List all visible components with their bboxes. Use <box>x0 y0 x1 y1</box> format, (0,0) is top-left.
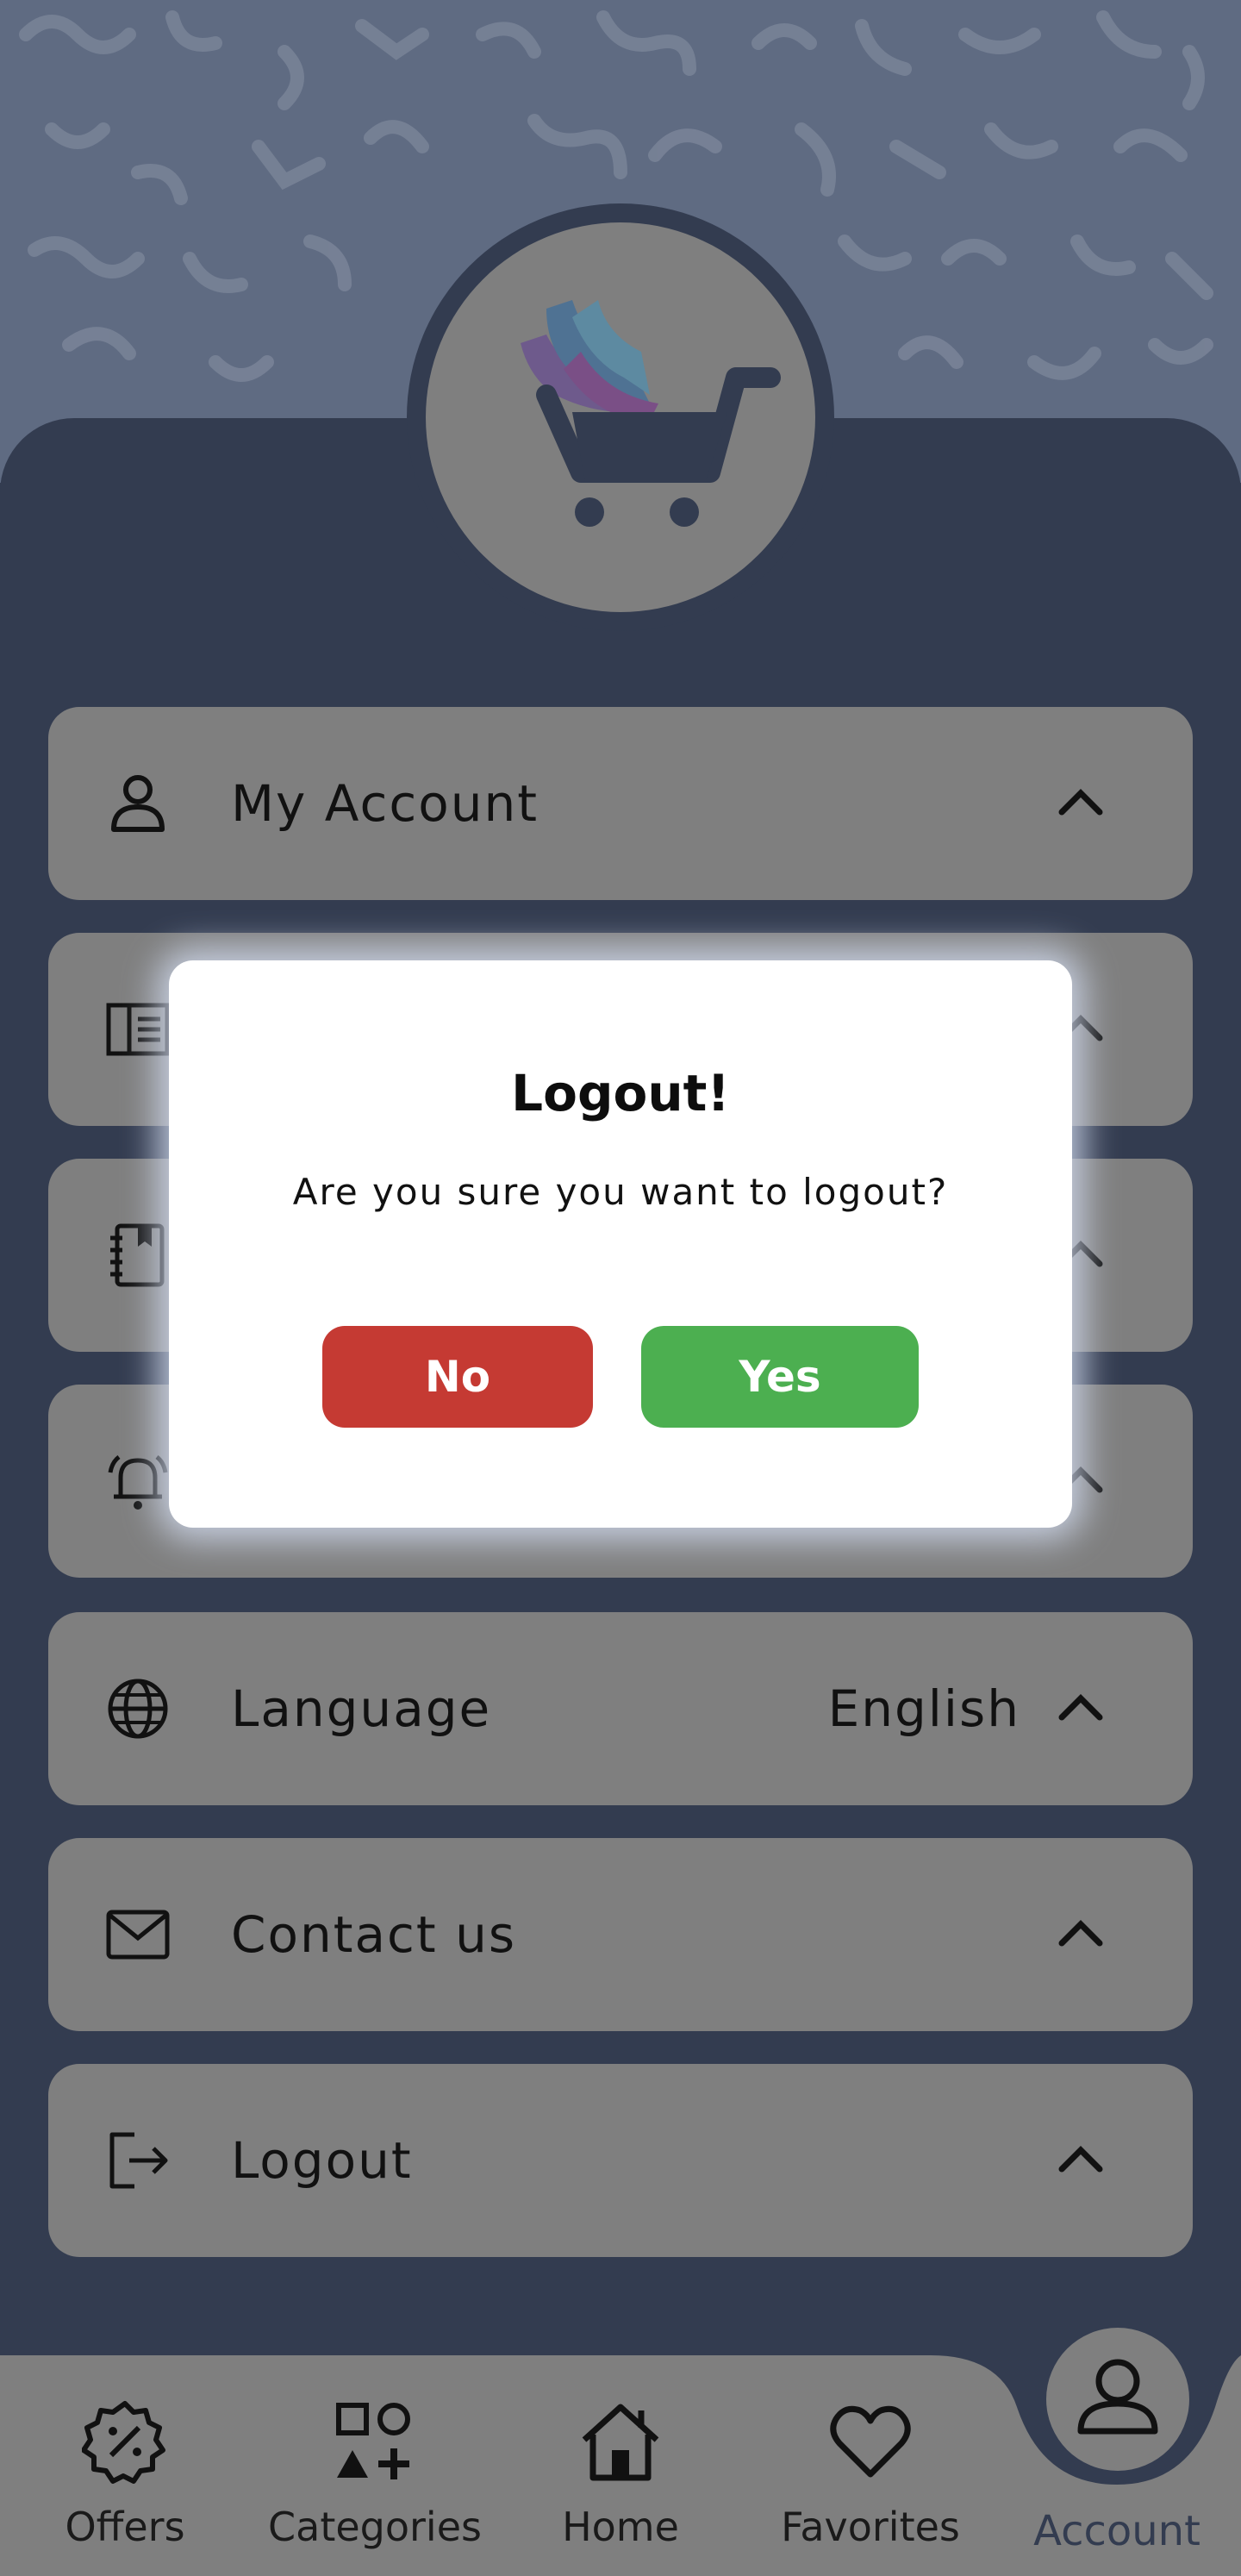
nav-item-offers[interactable]: Offers <box>26 2355 224 2576</box>
bell-icon <box>108 1455 168 1510</box>
menu-item-my-account[interactable]: My Account <box>48 707 1193 900</box>
language-value: English <box>827 1679 1020 1738</box>
mail-icon <box>106 1910 170 1960</box>
nav-item-home[interactable]: Home <box>526 2355 715 2576</box>
active-tab-indicator[interactable] <box>1046 2328 1189 2471</box>
person-icon <box>111 775 165 832</box>
chevron-up-icon <box>1058 789 1103 816</box>
globe-icon <box>108 1679 168 1739</box>
nav-label: Offers <box>65 2504 185 2550</box>
person-icon <box>1077 2359 1158 2435</box>
chevron-up-icon <box>1058 1920 1103 1947</box>
nav-label: Home <box>562 2504 679 2550</box>
dialog-message: Are you sure you want to logout? <box>292 1171 949 1213</box>
address-book-icon <box>110 1223 165 1287</box>
menu-item-contact-us[interactable]: Contact us <box>48 1838 1193 2031</box>
dialog-title: Logout! <box>511 1064 730 1122</box>
menu-item-label: Language <box>231 1679 492 1738</box>
logout-dialog: Logout! Are you sure you want to logout?… <box>169 960 1072 1528</box>
shopping-cart-logo-icon <box>521 300 781 527</box>
no-button[interactable]: No <box>322 1326 593 1428</box>
home-icon <box>582 2404 659 2481</box>
app-logo <box>426 222 815 612</box>
menu-item-label: My Account <box>231 774 539 833</box>
nav-label-active: Account <box>1033 2507 1200 2555</box>
nav-label: Categories <box>268 2504 482 2550</box>
nav-label: Favorites <box>781 2504 960 2550</box>
nav-item-favorites[interactable]: Favorites <box>758 2355 982 2576</box>
nav-item-categories[interactable]: Categories <box>250 2355 500 2576</box>
heart-icon <box>830 2405 911 2478</box>
menu-item-language[interactable]: Language English <box>48 1612 1193 1805</box>
chevron-up-icon <box>1058 2146 1103 2173</box>
menu-item-logout[interactable]: Logout <box>48 2064 1193 2257</box>
menu-item-label: Contact us <box>231 1905 517 1964</box>
discount-badge-icon <box>82 2401 165 2484</box>
logout-icon <box>109 2132 168 2189</box>
shapes-icon <box>336 2403 410 2479</box>
chevron-up-icon <box>1058 1694 1103 1721</box>
menu-item-label: Logout <box>231 2131 413 2190</box>
id-card-icon <box>106 1003 170 1056</box>
yes-button[interactable]: Yes <box>641 1326 919 1428</box>
